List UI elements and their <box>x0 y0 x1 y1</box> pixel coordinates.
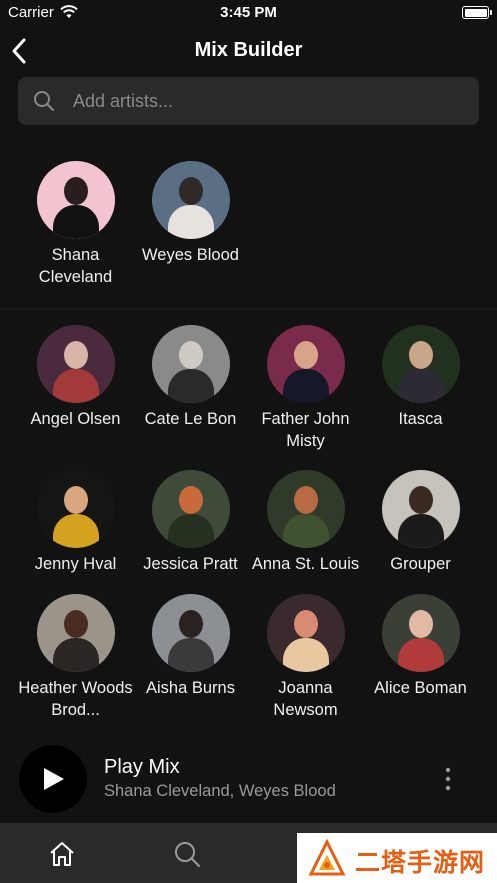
artist-name: Grouper <box>390 555 451 573</box>
watermark: 二塔手游网 <box>297 833 497 883</box>
artist-name: Jessica Pratt <box>143 555 238 573</box>
artist-avatar <box>266 470 345 548</box>
artist-avatar <box>266 594 345 672</box>
status-bar: Carrier 3:45 PM <box>0 0 497 26</box>
artist-avatar <box>266 325 345 403</box>
search-input[interactable] <box>73 77 463 125</box>
artist-tile[interactable]: Heather Woods Brod... <box>18 594 133 721</box>
artist-tile[interactable]: Anna St. Louis <box>248 470 363 575</box>
artist-name: Aisha Burns <box>146 679 235 697</box>
artist-name: Anna St. Louis <box>251 555 360 573</box>
battery-icon <box>462 6 492 19</box>
play-mix-title: Play Mix <box>104 756 180 778</box>
artist-tile[interactable]: Shana Cleveland <box>18 161 133 288</box>
status-time: 3:45 PM <box>220 4 277 21</box>
artist-name: Weyes Blood <box>142 246 239 264</box>
artist-name: Father John Misty <box>261 410 350 450</box>
play-button[interactable] <box>19 745 87 813</box>
search-icon <box>34 91 54 111</box>
artist-avatar <box>36 470 115 548</box>
home-icon[interactable] <box>48 840 76 868</box>
more-options-icon[interactable] <box>440 766 456 792</box>
page-title: Mix Builder <box>194 39 303 61</box>
artist-avatar <box>36 325 115 403</box>
artist-name: Joanna Newsom <box>273 679 338 719</box>
artist-tile[interactable]: Jenny Hval <box>18 470 133 575</box>
artist-avatar <box>381 470 460 548</box>
artist-avatar <box>381 594 460 672</box>
artist-name: Alice Boman <box>374 679 467 697</box>
artist-name: Jenny Hval <box>34 555 117 573</box>
artist-avatar <box>151 594 230 672</box>
artist-tile[interactable]: Cate Le Bon <box>133 325 248 430</box>
artist-tile[interactable]: Alice Boman <box>363 594 478 699</box>
artist-avatar <box>151 470 230 548</box>
artist-avatar <box>381 325 460 403</box>
watermark-text: 二塔手游网 <box>355 849 486 877</box>
artist-tile[interactable]: Angel Olsen <box>18 325 133 430</box>
artist-name: Cate Le Bon <box>144 410 237 428</box>
search-bar[interactable] <box>18 77 479 125</box>
play-icon <box>44 768 64 790</box>
section-divider <box>0 308 497 309</box>
play-mix-bar[interactable]: Play Mix Shana Cleveland, Weyes Blood <box>0 740 497 820</box>
artist-avatar <box>151 325 230 403</box>
artist-tile[interactable]: Jessica Pratt <box>133 470 248 575</box>
artist-avatar <box>36 161 115 239</box>
artist-tile[interactable]: Father John Misty <box>248 325 363 452</box>
artist-tile[interactable]: Weyes Blood <box>133 161 248 266</box>
play-mix-subtitle: Shana Cleveland, Weyes Blood <box>104 782 336 800</box>
artist-avatar <box>36 594 115 672</box>
artist-name: Shana Cleveland <box>38 246 113 286</box>
artist-tile[interactable]: Aisha Burns <box>133 594 248 699</box>
artist-tile[interactable]: Joanna Newsom <box>248 594 363 721</box>
artist-name: Heather Woods Brod... <box>18 679 133 719</box>
artist-name: Angel Olsen <box>30 410 121 428</box>
artist-avatar <box>151 161 230 239</box>
artist-tile[interactable]: Itasca <box>363 325 478 430</box>
watermark-logo-icon <box>308 839 346 876</box>
artist-tile[interactable]: Grouper <box>363 470 478 575</box>
search-tab-icon[interactable] <box>173 840 201 868</box>
artist-name: Itasca <box>398 410 443 428</box>
